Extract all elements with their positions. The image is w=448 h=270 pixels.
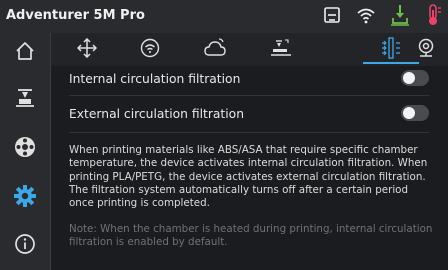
top-bar: Adventurer 5M Pro (0, 0, 448, 33)
external-filtration-row: External circulation filtration (69, 102, 429, 126)
sidebar-item-settings[interactable] (9, 182, 41, 214)
sidebar-item-info[interactable] (9, 230, 41, 262)
internal-filtration-label: Internal circulation filtration (69, 72, 241, 86)
row-divider (69, 95, 429, 96)
external-filtration-label: External circulation filtration (69, 107, 244, 121)
home-icon (14, 40, 36, 66)
toggle-knob (403, 72, 415, 84)
internal-filtration-toggle[interactable] (401, 70, 429, 86)
printer-status-icon[interactable] (322, 5, 342, 25)
internal-filtration-row: Internal circulation filtration (69, 67, 429, 91)
sidebar-item-home[interactable] (9, 37, 41, 69)
print-job-icon[interactable] (390, 4, 410, 26)
tab-camera[interactable] (406, 36, 446, 64)
cloud-icon (204, 38, 226, 62)
tab-move-axes[interactable] (67, 36, 107, 64)
status-icons (322, 4, 442, 26)
wifi-icon[interactable] (356, 5, 376, 25)
filtration-description: When printing materials like ABS/ASA tha… (69, 144, 428, 210)
info-icon (14, 233, 36, 259)
air-filtration-icon (381, 37, 401, 63)
app-title: Adventurer 5M Pro (6, 8, 145, 23)
tab-air-filtration[interactable] (371, 36, 411, 64)
toggle-knob (403, 107, 415, 119)
filtration-settings-panel: Internal circulation filtration External… (51, 66, 448, 270)
sidebar (0, 33, 50, 270)
calibration-icon (270, 38, 292, 62)
move-axes-icon (76, 37, 98, 62)
tab-cloud[interactable] (195, 36, 235, 64)
filament-icon (13, 135, 37, 163)
settings-tabs (51, 33, 448, 66)
camera-icon (416, 38, 436, 62)
network-icon (140, 38, 160, 62)
tab-network[interactable] (130, 36, 170, 64)
filtration-note: Note: When the chamber is heated during … (69, 223, 433, 249)
settings-icon (13, 184, 37, 212)
print-control-icon (13, 86, 37, 114)
temperature-alert-icon[interactable] (424, 4, 442, 26)
sidebar-item-filament[interactable] (9, 133, 41, 165)
sidebar-item-print-control[interactable] (9, 84, 41, 116)
tab-calibration[interactable] (261, 36, 301, 64)
external-filtration-toggle[interactable] (401, 105, 429, 121)
row-divider (69, 132, 429, 133)
